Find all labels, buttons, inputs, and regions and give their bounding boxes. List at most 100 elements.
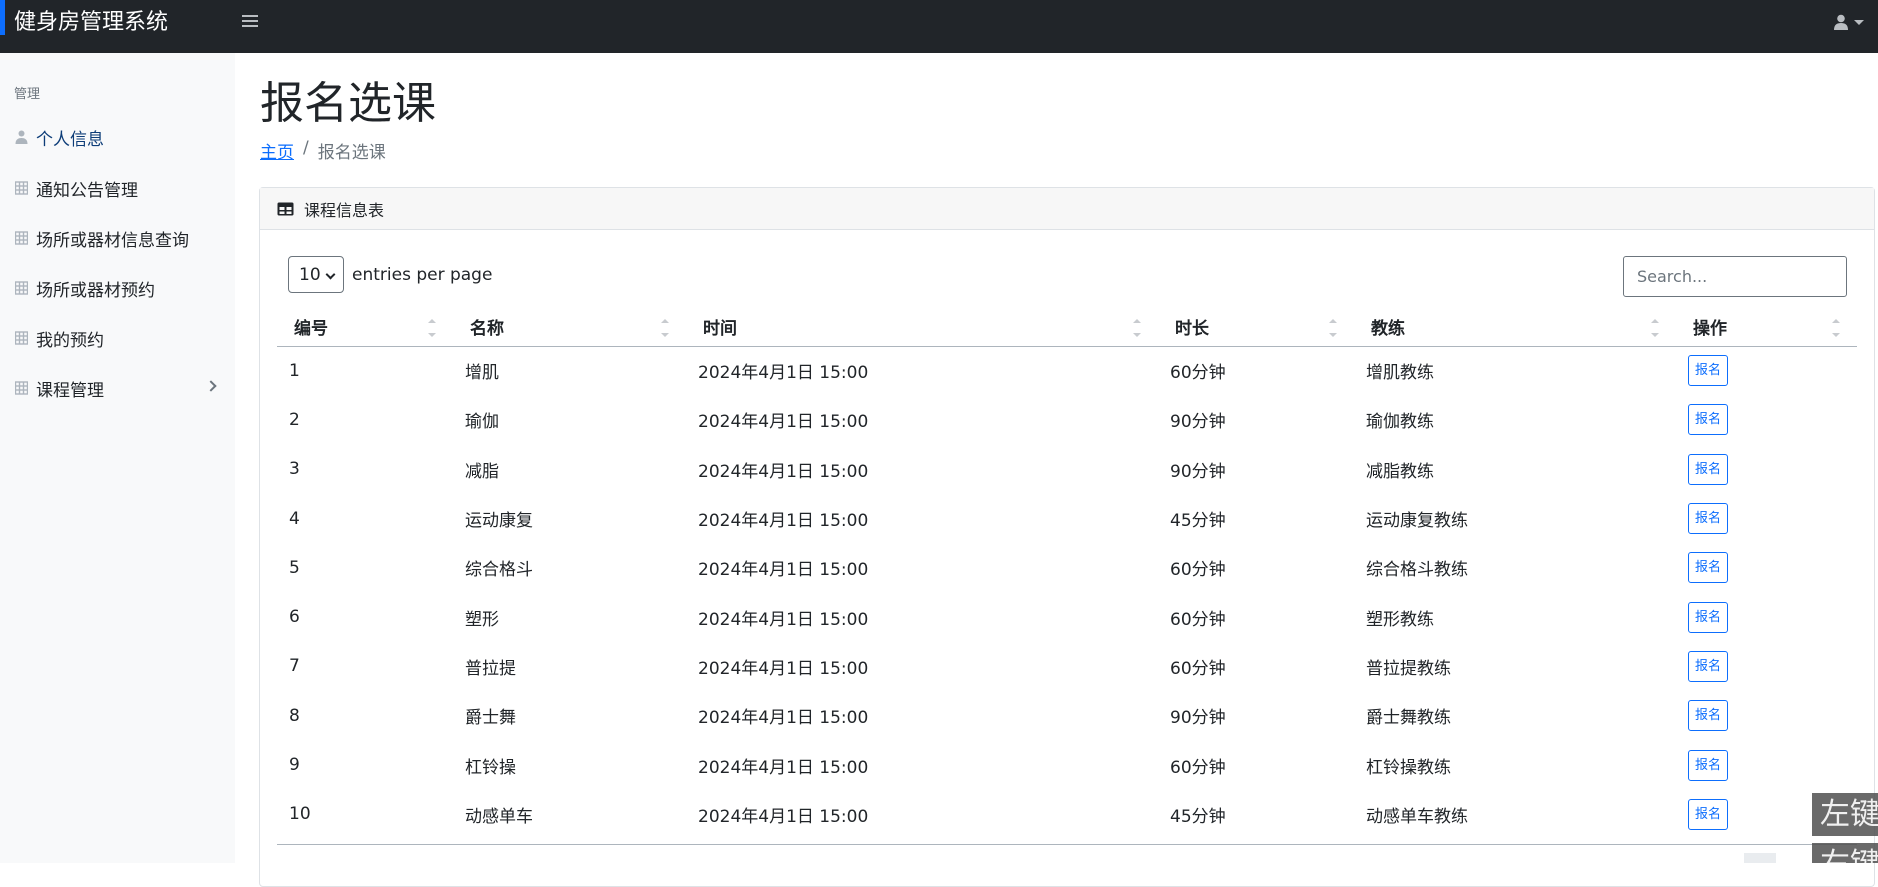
cell-time: 2024年4月1日 15:00 [698, 560, 869, 581]
sort-icon [428, 319, 436, 337]
cell-coach: 爵士舞教练 [1366, 708, 1451, 729]
column-header-coach[interactable]: 教练 [1354, 308, 1676, 347]
cell-coach: 塑形教练 [1366, 609, 1434, 630]
sidebar: 管理 个人信息 通知公告管理 场所或器材信息查询 场所或器材预约 我的预约 课程… [0, 53, 235, 863]
cell-name: 运动康复 [465, 511, 533, 532]
cell-duration: 90分钟 [1170, 461, 1226, 482]
brand-title[interactable]: 健身房管理系统 [14, 9, 168, 37]
cell-time: 2024年4月1日 15:00 [698, 461, 869, 482]
cell-action: 报名 [1676, 691, 1857, 740]
brand-accent [0, 0, 5, 35]
sidebar-item-venue-query[interactable]: 场所或器材信息查询 [0, 216, 235, 260]
cell-id: 10 [289, 804, 311, 825]
table-row: 5 综合格斗 2024年4月1日 15:00 60分钟 综合格斗教练 报名 [277, 543, 1857, 592]
page-title: 报名选课 [260, 78, 436, 129]
column-header-name[interactable]: 名称 [453, 308, 686, 347]
cell-name: 杠铃操 [465, 757, 516, 778]
menu-toggle-icon[interactable] [242, 15, 258, 29]
cell-coach: 普拉提教练 [1366, 658, 1451, 679]
sidebar-item-label: 场所或器材预约 [36, 280, 155, 301]
cell-coach: 综合格斗教练 [1366, 560, 1468, 581]
card-header: 课程信息表 [260, 188, 1874, 230]
cell-name: 增肌 [465, 363, 499, 384]
cell-name: 瑜伽 [465, 412, 499, 433]
entries-per-page-select[interactable]: 10 [288, 256, 344, 293]
column-header-time[interactable]: 时间 [686, 308, 1158, 347]
sidebar-item-label: 个人信息 [36, 129, 104, 150]
enroll-button[interactable]: 报名 [1688, 355, 1729, 387]
cell-coach: 杠铃操教练 [1366, 757, 1451, 778]
sidebar-heading: 管理 [14, 87, 41, 102]
enroll-button[interactable]: 报名 [1688, 749, 1729, 781]
sidebar-item-venue-booking[interactable]: 场所或器材预约 [0, 266, 235, 310]
cell-coach: 运动康复教练 [1366, 511, 1468, 532]
table-row: 6 塑形 2024年4月1日 15:00 60分钟 塑形教练 报名 [277, 592, 1857, 641]
column-header-id[interactable]: 编号 [277, 308, 453, 347]
cell-name: 爵士舞 [465, 708, 516, 729]
sidebar-item-course-management[interactable]: 课程管理 [0, 366, 235, 410]
enroll-button[interactable]: 报名 [1688, 601, 1729, 633]
cell-id: 2 [289, 409, 300, 430]
cell-duration: 60分钟 [1170, 363, 1226, 384]
cell-name: 综合格斗 [465, 560, 533, 581]
enroll-button[interactable]: 报名 [1688, 700, 1729, 732]
table-icon [15, 281, 28, 295]
enroll-button[interactable]: 报名 [1688, 552, 1729, 584]
cell-name: 减脂 [465, 461, 499, 482]
breadcrumb-current: 报名选课 [317, 143, 386, 163]
table-header-row: 编号 名称 时间 时长 教练 操作 [277, 308, 1857, 347]
cell-name: 塑形 [465, 609, 499, 630]
cell-action: 报名 [1676, 395, 1857, 444]
table-icon [15, 181, 28, 195]
entries-control: 10 entries per page [288, 256, 492, 293]
breadcrumb-home-link[interactable]: 主页 [260, 138, 294, 163]
cell-action: 报名 [1676, 592, 1857, 641]
table-divider [277, 844, 1857, 845]
mouse-hint-left: 左键 [1812, 793, 1878, 836]
cell-name: 动感单车 [465, 806, 533, 827]
cell-coach: 增肌教练 [1366, 363, 1434, 384]
cell-time: 2024年4月1日 15:00 [698, 363, 869, 384]
column-header-action[interactable]: 操作 [1676, 308, 1857, 347]
sort-icon [1832, 319, 1840, 337]
table-icon [15, 231, 28, 245]
table-row: 7 普拉提 2024年4月1日 15:00 60分钟 普拉提教练 报名 [277, 642, 1857, 691]
cell-time: 2024年4月1日 15:00 [698, 708, 869, 729]
search-input[interactable] [1623, 256, 1847, 297]
cell-time: 2024年4月1日 15:00 [698, 412, 869, 433]
sort-icon [1133, 319, 1141, 337]
enroll-button[interactable]: 报名 [1688, 650, 1729, 682]
cell-time: 2024年4月1日 15:00 [698, 658, 869, 679]
enroll-button[interactable]: 报名 [1688, 453, 1729, 485]
cell-action: 报名 [1676, 740, 1857, 789]
sidebar-item-profile[interactable]: 个人信息 [0, 115, 235, 159]
cell-duration: 90分钟 [1170, 412, 1226, 433]
user-menu[interactable] [1833, 14, 1864, 30]
top-navbar: 健身房管理系统 [0, 0, 1878, 53]
column-header-duration[interactable]: 时长 [1158, 308, 1354, 347]
sort-icon [1651, 319, 1659, 337]
cell-id: 9 [289, 755, 300, 776]
cell-time: 2024年4月1日 15:00 [698, 806, 869, 827]
chevron-right-icon [205, 380, 217, 392]
cell-id: 6 [289, 607, 300, 628]
sidebar-item-notices[interactable]: 通知公告管理 [0, 166, 235, 210]
cell-id: 4 [289, 508, 300, 529]
sidebar-item-label: 课程管理 [36, 380, 104, 401]
pagination-fragment[interactable] [1744, 853, 1776, 863]
table-icon [15, 381, 28, 395]
cell-action: 报名 [1676, 642, 1857, 691]
enroll-button[interactable]: 报名 [1688, 404, 1729, 436]
cell-action: 报名 [1676, 494, 1857, 543]
mouse-hint-right: 右键 [1812, 843, 1878, 863]
enroll-button[interactable]: 报名 [1688, 503, 1729, 535]
enroll-button[interactable]: 报名 [1688, 798, 1729, 830]
cell-coach: 减脂教练 [1366, 461, 1434, 482]
table-row: 4 运动康复 2024年4月1日 15:00 45分钟 运动康复教练 报名 [277, 494, 1857, 543]
sidebar-item-my-bookings[interactable]: 我的预约 [0, 316, 235, 360]
entries-label: entries per page [352, 264, 493, 285]
sidebar-item-label: 通知公告管理 [36, 180, 138, 201]
cell-id: 8 [289, 705, 300, 726]
breadcrumb: 主页 / 报名选课 [260, 138, 386, 163]
cell-name: 普拉提 [465, 658, 516, 679]
